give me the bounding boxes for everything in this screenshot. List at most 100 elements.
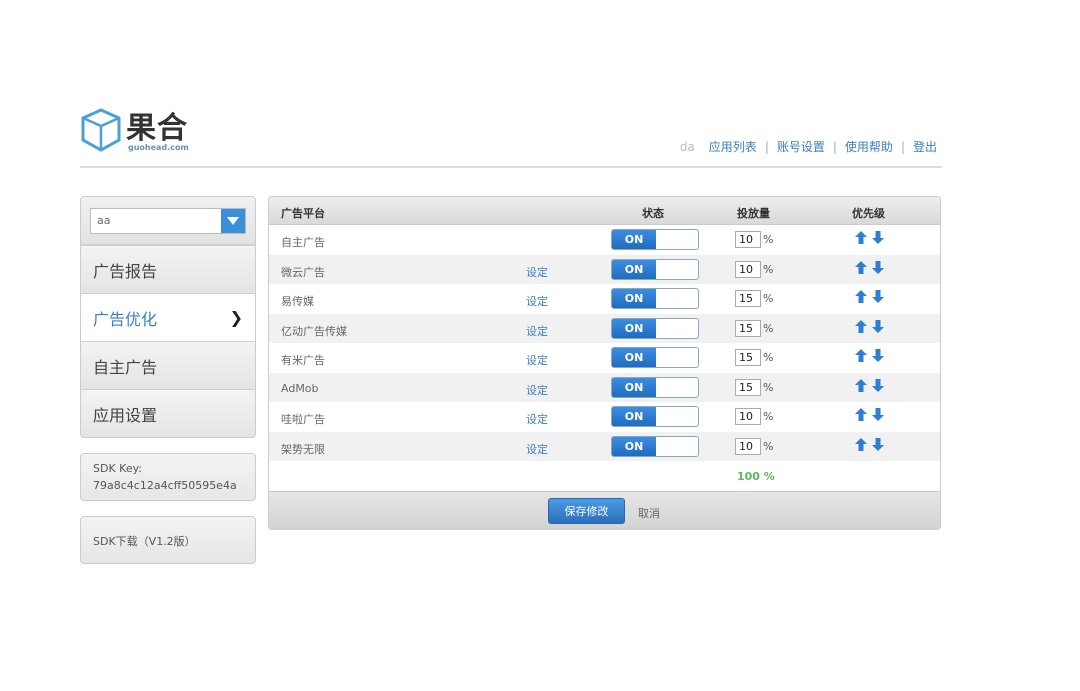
amount-input[interactable]: 10 (735, 437, 761, 455)
platform-name: 架势无限 (281, 442, 325, 456)
header-status: 状态 (642, 207, 664, 220)
priority-controls (855, 231, 884, 244)
sidebar-item-label: 广告优化 (93, 309, 158, 329)
amount-input[interactable]: 15 (735, 349, 761, 366)
table-row: 自主广告 ON 10% (269, 225, 940, 255)
arrow-up-icon[interactable] (855, 437, 867, 451)
sdk-key-value: 79a8c4c12a4cff50595e4a (93, 479, 237, 492)
set-link[interactable]: 设定 (526, 352, 548, 368)
amount-input[interactable]: 10 (735, 408, 761, 425)
total-row: 100 % (269, 461, 940, 491)
arrow-down-icon[interactable] (872, 231, 884, 244)
status-toggle[interactable]: ON (611, 347, 699, 368)
chevron-down-icon[interactable] (221, 209, 245, 233)
status-toggle[interactable]: ON (611, 435, 699, 457)
percent-sign: % (763, 321, 774, 335)
table-footer: 保存修改 取消 (269, 491, 940, 529)
sidebar-item-ad-report[interactable]: 广告报告 (81, 245, 255, 293)
amount-input[interactable]: 10 (735, 260, 761, 278)
priority-controls (855, 437, 884, 451)
nav-app-list-link[interactable]: 应用列表 (709, 138, 757, 155)
toggle-on-label: ON (612, 289, 656, 308)
amount-input[interactable]: 15 (735, 319, 761, 337)
set-link[interactable]: 设定 (526, 382, 548, 398)
status-toggle[interactable]: ON (611, 229, 699, 250)
platform-name: AdMob (281, 381, 319, 395)
platform-name: 微云广告 (281, 265, 325, 279)
toggle-on-label: ON (612, 230, 656, 249)
percent-sign: % (763, 292, 774, 305)
nav-account-settings-link[interactable]: 账号设置 (777, 138, 825, 155)
percent-sign: % (763, 351, 774, 364)
arrow-down-icon[interactable] (872, 260, 884, 274)
ad-platform-table: 广告平台 状态 投放量 优先级 自主广告 ON 10% 微云广告 设定 ON 10% 易传媒设… (268, 196, 941, 530)
table-row: AdMob 设定 ON 15% (269, 372, 940, 402)
table-row: 哇啦广告 设定 ON 10% (269, 402, 940, 432)
chevron-right-icon: ❯ (229, 308, 243, 327)
arrow-up-icon[interactable] (855, 378, 867, 392)
sidebar-item-label: 应用设置 (93, 405, 158, 425)
platform-name: 哇啦广告 (281, 413, 325, 426)
amount-input[interactable]: 15 (735, 378, 761, 396)
set-link[interactable]: 设定 (526, 323, 548, 339)
sidebar-item-app-settings[interactable]: 应用设置 (81, 389, 255, 437)
percent-sign: % (763, 262, 774, 276)
set-link[interactable]: 设定 (526, 411, 548, 427)
arrow-up-icon[interactable] (855, 408, 867, 421)
cancel-link[interactable]: 取消 (638, 505, 660, 521)
toggle-on-label: ON (612, 407, 656, 426)
arrow-down-icon[interactable] (872, 408, 884, 421)
status-toggle[interactable]: ON (611, 258, 699, 280)
amount-input[interactable]: 10 (735, 231, 761, 248)
nav-separator: | (832, 139, 837, 154)
app-select[interactable]: aa (90, 208, 246, 234)
arrow-down-icon[interactable] (872, 437, 884, 451)
header-platform: 广告平台 (281, 207, 325, 220)
nav-logout-link[interactable]: 登出 (913, 138, 937, 155)
logo[interactable]: 果合 guohead.com (80, 105, 220, 157)
set-link[interactable]: 设定 (526, 293, 548, 309)
nav-separator: | (900, 139, 905, 154)
arrow-up-icon[interactable] (855, 319, 867, 333)
status-toggle[interactable]: ON (611, 288, 699, 309)
arrow-up-icon[interactable] (855, 290, 867, 303)
percent-sign: % (763, 439, 774, 453)
priority-controls (855, 260, 884, 274)
arrow-up-icon[interactable] (855, 349, 867, 362)
arrow-down-icon[interactable] (872, 319, 884, 333)
status-toggle[interactable]: ON (611, 406, 699, 427)
amount-cell: 10% (735, 260, 774, 278)
amount-cell: 10% (735, 231, 773, 248)
arrow-down-icon[interactable] (872, 349, 884, 362)
set-link[interactable]: 设定 (526, 441, 548, 457)
brand-name: 果合 (126, 111, 188, 146)
total-amount: 100 % (737, 470, 775, 483)
table-row: 易传媒 设定 ON 15% (269, 284, 940, 314)
toggle-on-label: ON (612, 318, 656, 338)
arrow-down-icon[interactable] (872, 290, 884, 303)
username: da (679, 139, 695, 154)
save-button[interactable]: 保存修改 (548, 498, 625, 524)
nav-help-link[interactable]: 使用帮助 (845, 138, 893, 155)
priority-controls (855, 408, 884, 421)
arrow-up-icon[interactable] (855, 260, 867, 274)
set-link[interactable]: 设定 (526, 264, 548, 280)
sdk-key-box: SDK Key: 79a8c4c12a4cff50595e4a (80, 453, 256, 501)
header-priority: 优先级 (852, 207, 885, 220)
sidebar-item-own-ads[interactable]: 自主广告 (81, 341, 255, 389)
priority-controls (855, 290, 884, 303)
app-select-value: aa (97, 214, 111, 227)
status-toggle[interactable]: ON (611, 376, 699, 398)
toggle-on-label: ON (612, 377, 656, 397)
amount-cell: 15% (735, 290, 773, 307)
amount-input[interactable]: 15 (735, 290, 761, 307)
sidebar: aa 广告报告 广告优化 ❯ 自主广告 应用设置 SDK Key: 79a8c4… (80, 196, 256, 564)
platform-name: 自主广告 (281, 236, 325, 249)
status-toggle[interactable]: ON (611, 317, 699, 339)
sdk-download-button[interactable]: SDK下载（V1.2版） (80, 516, 256, 564)
sidebar-item-ad-optimization[interactable]: 广告优化 ❯ (81, 293, 255, 341)
arrow-down-icon[interactable] (872, 378, 884, 392)
brand-domain: guohead.com (128, 143, 189, 152)
percent-sign: % (763, 233, 774, 246)
arrow-up-icon[interactable] (855, 231, 867, 244)
